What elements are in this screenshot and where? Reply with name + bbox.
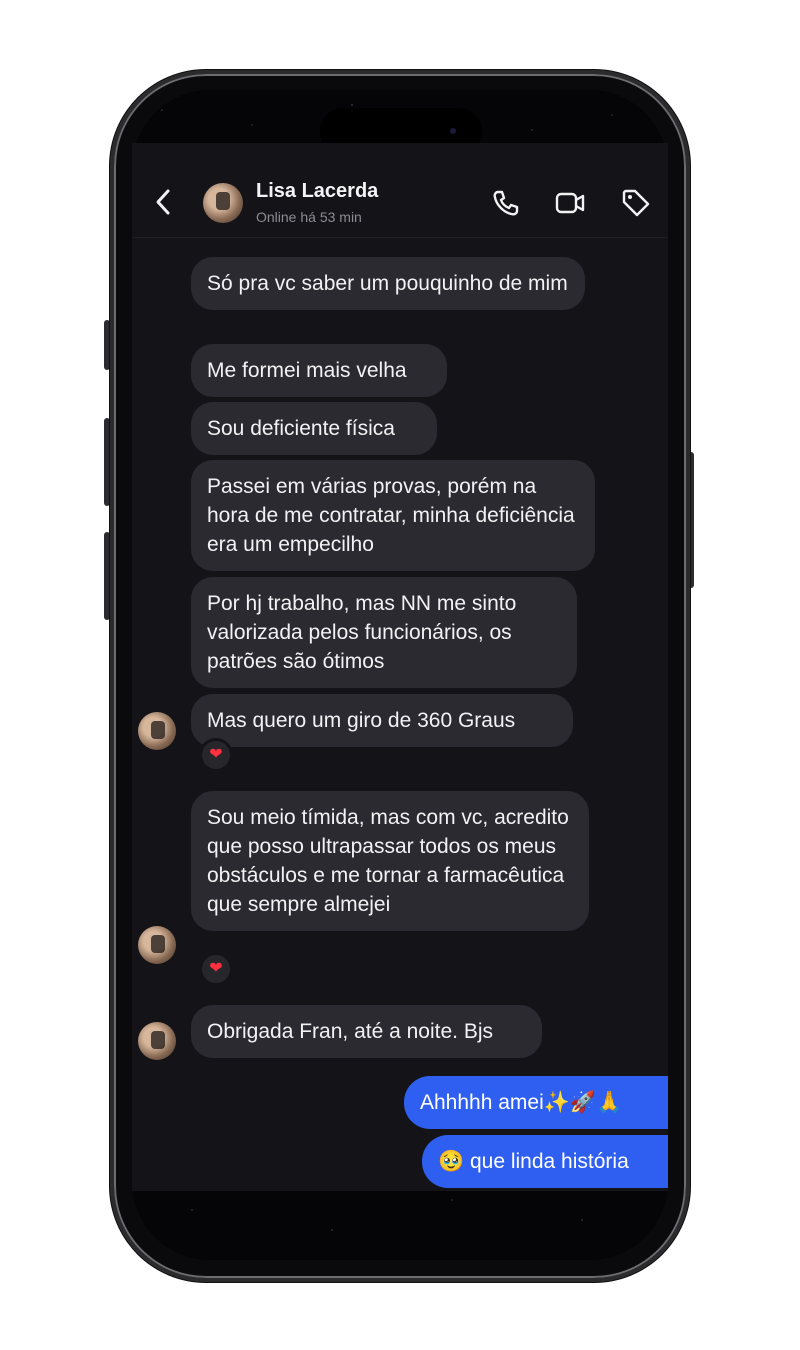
contact-name[interactable]: Lisa Lacerda [256, 180, 378, 203]
tag-icon[interactable] [620, 187, 652, 219]
heart-reaction[interactable]: ❤ [199, 952, 233, 986]
chevron-left-icon[interactable] [152, 187, 174, 217]
contact-status: Online há 53 min [256, 209, 362, 225]
video-camera-icon[interactable] [554, 187, 586, 219]
heart-reaction[interactable]: ❤ [199, 738, 233, 772]
contact-avatar[interactable] [203, 183, 243, 223]
chat-view: Lisa Lacerda Online há 53 min Só pra vc … [132, 143, 668, 1191]
message-incoming[interactable]: Sou deficiente física [191, 402, 437, 455]
message-incoming[interactable]: Por hj trabalho, mas NN me sinto valoriz… [191, 577, 577, 688]
camera-dot [450, 128, 456, 134]
message-incoming[interactable]: Só pra vc saber um pouquinho de mim [191, 257, 585, 310]
message-incoming[interactable]: Obrigada Fran, até a noite. Bjs [191, 1005, 542, 1058]
message-incoming[interactable]: Sou meio tímida, mas com vc, acredito qu… [191, 791, 589, 931]
message-incoming[interactable]: Passei em várias provas, porém na hora d… [191, 460, 595, 571]
message-incoming[interactable]: Me formei mais velha [191, 344, 447, 397]
sender-avatar[interactable] [138, 1022, 176, 1060]
chat-header: Lisa Lacerda Online há 53 min [132, 143, 668, 238]
message-incoming[interactable]: Mas quero um giro de 360 Graus [191, 694, 573, 747]
message-outgoing[interactable]: 🥹 que linda história [422, 1135, 668, 1188]
sender-avatar[interactable] [138, 926, 176, 964]
sender-avatar[interactable] [138, 712, 176, 750]
message-outgoing[interactable]: Ahhhhh amei✨🚀🙏 [404, 1076, 668, 1129]
phone-icon[interactable] [490, 187, 522, 219]
